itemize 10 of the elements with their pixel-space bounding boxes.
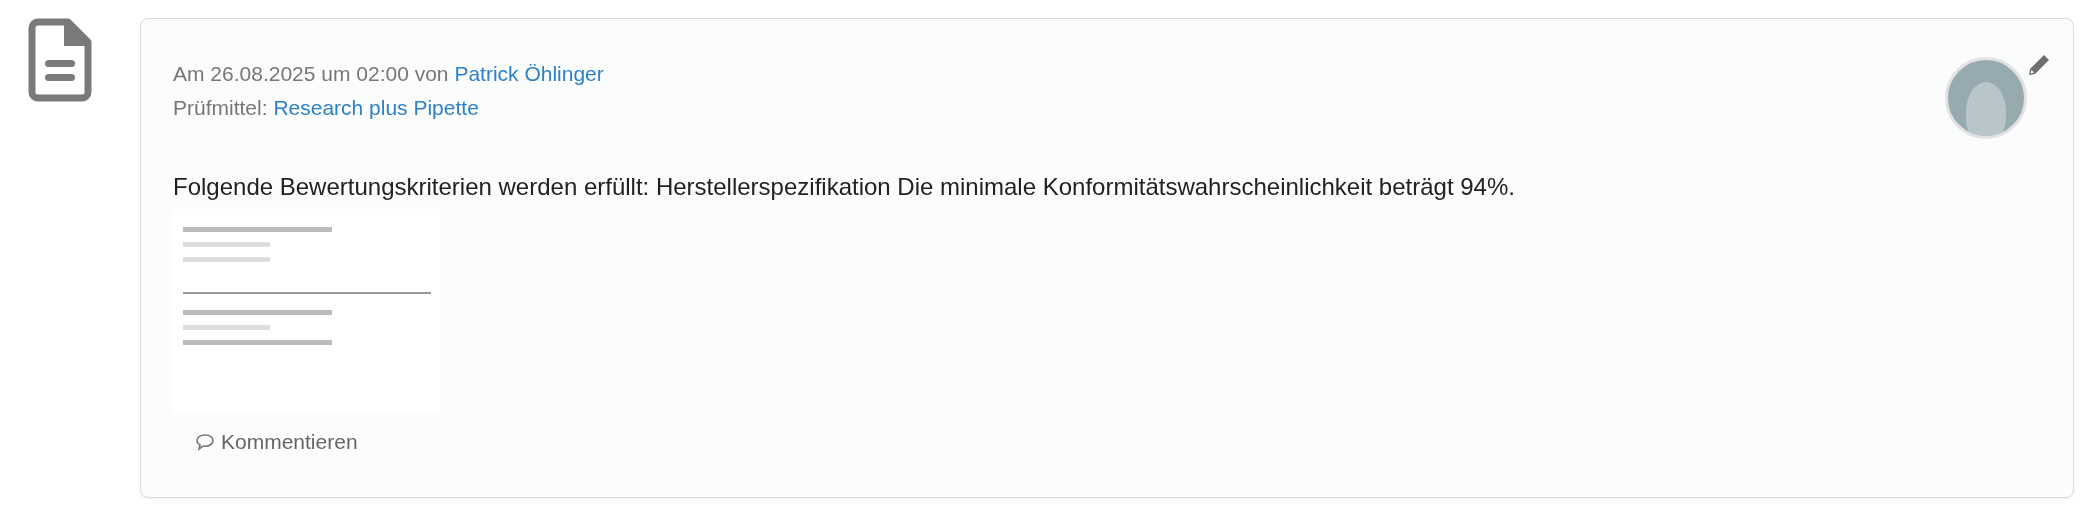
- author-link[interactable]: Patrick Öhlinger: [454, 62, 604, 85]
- speech-bubble-icon: [195, 433, 215, 451]
- equipment-link[interactable]: Research plus Pipette: [273, 96, 479, 119]
- document-thumbnail[interactable]: [173, 209, 441, 414]
- document-icon: [28, 18, 92, 102]
- date-text: Am 26.08.2025 um 02:00 von: [173, 62, 449, 85]
- edit-icon[interactable]: [2027, 53, 2051, 77]
- equipment-label: Prüfmittel:: [173, 96, 268, 119]
- message-text: Folgende Bewertungskriterien werden erfüllt: Herstellerspezifikation Die minimale Konformitätswahrscheinlichkeit beträgt 94%.: [173, 173, 1516, 201]
- comment-button[interactable]: Kommentieren: [195, 430, 358, 454]
